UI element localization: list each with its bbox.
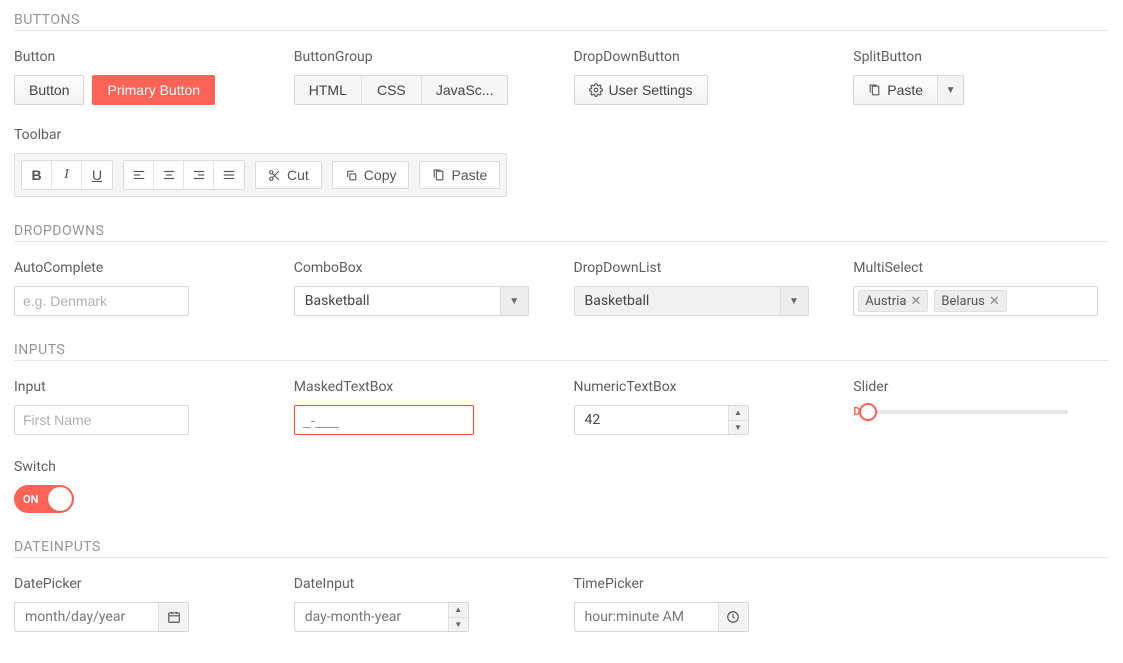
- label-combobox: ComboBox: [294, 260, 550, 276]
- label-multiselect: MultiSelect: [853, 260, 1109, 276]
- label-masked: MaskedTextBox: [294, 379, 550, 395]
- italic-button[interactable]: I: [52, 161, 82, 189]
- dropdownlist[interactable]: Basketball ▼: [574, 286, 809, 316]
- label-toolbar: Toolbar: [14, 127, 1109, 143]
- combobox-value: Basketball: [295, 287, 500, 315]
- spinner-up[interactable]: ▲: [729, 406, 748, 421]
- align-left-button[interactable]: [124, 161, 154, 189]
- paste-button[interactable]: Paste: [419, 161, 500, 189]
- align-justify-button[interactable]: [214, 161, 244, 189]
- slider[interactable]: Dr: [853, 405, 1068, 418]
- label-dateinput: DateInput: [294, 576, 550, 592]
- chip-austria: Austria ✕: [858, 290, 928, 312]
- split-arrow[interactable]: ▼: [937, 76, 963, 104]
- primary-button[interactable]: Primary Button: [92, 75, 215, 105]
- section-title-buttons: BUTTONS: [14, 12, 1109, 31]
- copy-label: Copy: [364, 167, 397, 183]
- copy-icon: [345, 169, 358, 182]
- close-icon[interactable]: ✕: [910, 294, 921, 309]
- cut-label: Cut: [287, 167, 309, 183]
- label-buttongroup: ButtonGroup: [294, 49, 550, 65]
- chevron-down-icon[interactable]: ▼: [780, 287, 808, 315]
- datepicker[interactable]: month/day/year: [14, 602, 189, 632]
- dateinput-spinner: ▲ ▼: [448, 603, 468, 631]
- cut-button[interactable]: Cut: [255, 161, 322, 189]
- section-title-inputs: INPUTS: [14, 342, 1109, 361]
- close-icon[interactable]: ✕: [989, 294, 1000, 309]
- spinner-down[interactable]: ▼: [449, 618, 468, 632]
- underline-button[interactable]: U: [82, 161, 112, 189]
- label-ddbutton: DropDownButton: [574, 49, 830, 65]
- section-title-dropdowns: DROPDOWNS: [14, 223, 1109, 242]
- align-group: [123, 160, 245, 190]
- dateinput[interactable]: day-month-year ▲ ▼: [294, 602, 469, 632]
- slider-handle[interactable]: [859, 403, 877, 421]
- paste-label: Paste: [451, 167, 487, 183]
- format-group: B I U: [21, 160, 113, 190]
- gear-icon: [589, 83, 603, 97]
- text-input[interactable]: [14, 405, 189, 435]
- btngroup-html[interactable]: HTML: [295, 76, 362, 104]
- btngroup-js[interactable]: JavaSc...: [422, 76, 508, 104]
- btngroup-css[interactable]: CSS: [362, 76, 422, 104]
- numeric-input[interactable]: 42 ▲ ▼: [574, 405, 749, 435]
- bold-button[interactable]: B: [22, 161, 52, 189]
- multiselect[interactable]: Austria ✕ Belarus ✕: [853, 286, 1098, 316]
- section-title-dateinputs: DATEINPUTS: [14, 539, 1109, 558]
- label-ddlist: DropDownList: [574, 260, 830, 276]
- slider-track[interactable]: [868, 410, 1068, 414]
- timepicker[interactable]: hour:minute AM: [574, 602, 749, 632]
- button-group: HTML CSS JavaSc...: [294, 75, 509, 105]
- clipboard-icon: [868, 84, 881, 97]
- combobox[interactable]: Basketball ▼: [294, 286, 529, 316]
- toolbar: B I U: [14, 153, 507, 197]
- chip-label: Belarus: [941, 294, 985, 309]
- section-buttons: BUTTONS Button Button Primary Button But…: [14, 12, 1109, 197]
- ddlist-value: Basketball: [575, 287, 780, 315]
- label-slider: Slider: [853, 379, 1109, 395]
- chip-belarus: Belarus ✕: [934, 290, 1006, 312]
- switch-state: ON: [14, 493, 38, 506]
- chevron-down-icon[interactable]: ▼: [500, 287, 528, 315]
- section-inputs: INPUTS Input MaskedTextBox NumericTextBo…: [14, 342, 1109, 513]
- spinner-up[interactable]: ▲: [449, 603, 468, 618]
- clock-icon[interactable]: [718, 603, 748, 631]
- label-datepicker: DatePicker: [14, 576, 270, 592]
- spinner: ▲ ▼: [728, 406, 748, 434]
- switch[interactable]: ON: [14, 485, 74, 513]
- timepicker-value: hour:minute AM: [575, 603, 718, 631]
- label-input: Input: [14, 379, 270, 395]
- clipboard-icon: [432, 169, 445, 182]
- section-dateinputs: DATEINPUTS DatePicker month/day/year Dat…: [14, 539, 1109, 632]
- masked-input[interactable]: [294, 405, 474, 435]
- label-autocomplete: AutoComplete: [14, 260, 270, 276]
- align-right-button[interactable]: [184, 161, 214, 189]
- copy-button[interactable]: Copy: [332, 161, 410, 189]
- split-main[interactable]: Paste: [854, 76, 937, 104]
- section-dropdowns: DROPDOWNS AutoComplete ComboBox Basketba…: [14, 223, 1109, 316]
- datepicker-value: month/day/year: [15, 603, 158, 631]
- default-button[interactable]: Button: [14, 75, 84, 105]
- split-label: Paste: [887, 82, 923, 98]
- label-split: SplitButton: [853, 49, 1109, 65]
- chip-label: Austria: [865, 294, 906, 309]
- dateinput-value: day-month-year: [295, 603, 448, 631]
- calendar-icon[interactable]: [158, 603, 188, 631]
- scissors-icon: [268, 169, 281, 182]
- split-button: Paste ▼: [853, 75, 964, 105]
- dropdown-button[interactable]: User Settings: [574, 75, 708, 105]
- align-center-button[interactable]: [154, 161, 184, 189]
- spinner-down[interactable]: ▼: [729, 421, 748, 435]
- autocomplete-input[interactable]: [14, 286, 189, 316]
- label-numeric: NumericTextBox: [574, 379, 830, 395]
- dropdown-button-label: User Settings: [609, 82, 693, 98]
- numeric-value: 42: [575, 406, 728, 434]
- label-timepicker: TimePicker: [574, 576, 830, 592]
- label-switch: Switch: [14, 459, 1109, 475]
- switch-knob: [48, 487, 72, 511]
- label-button: Button: [14, 49, 270, 65]
